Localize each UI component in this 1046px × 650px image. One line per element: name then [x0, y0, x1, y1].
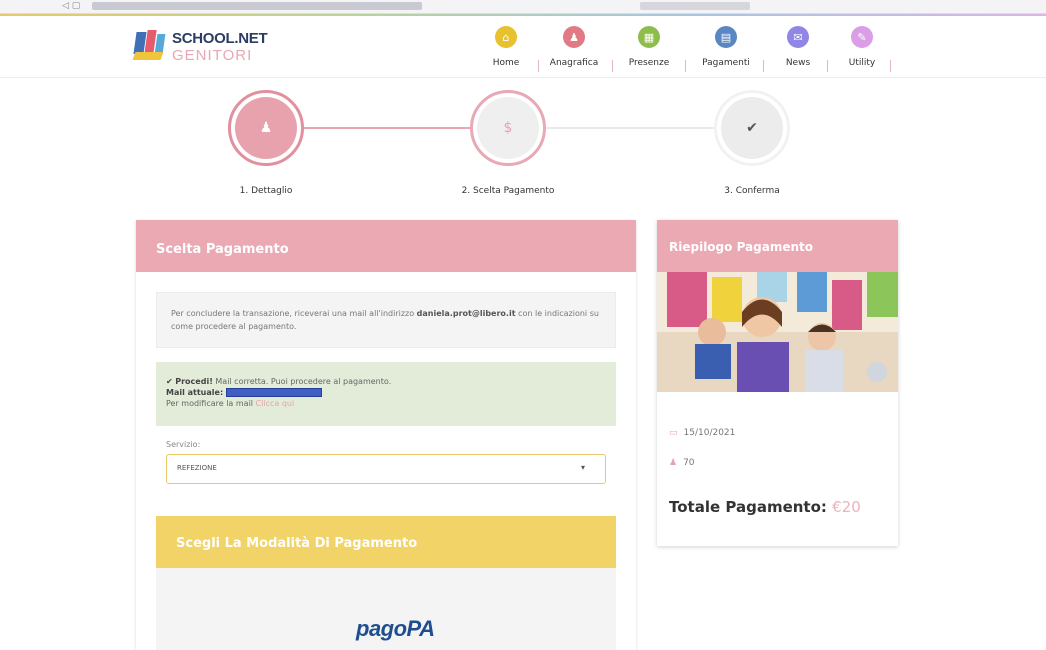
- modify-mail-link[interactable]: Clicca qui: [256, 399, 295, 408]
- browser-nav-icons[interactable]: ◁ ▢: [62, 1, 80, 11]
- nav-label: Home: [492, 58, 520, 68]
- stepper-line-done: [302, 127, 474, 129]
- classroom-illustration: [657, 272, 898, 392]
- modalita-pagamento-header: Scegli La Modalità Di Pagamento: [156, 516, 616, 568]
- info-text-pre: Per concludere la transazione, riceverai…: [171, 309, 417, 318]
- summary-date: ▭ 15/10/2021: [669, 428, 735, 438]
- nav-item-pagamenti[interactable]: ▤ Pagamenti: [691, 26, 761, 68]
- nav-item-utility[interactable]: ✎ Utility: [827, 26, 897, 68]
- redacted-email: [225, 388, 322, 397]
- home-icon: ⌂: [495, 26, 517, 48]
- browser-url-field[interactable]: [92, 2, 422, 10]
- success-alert: ✔ Procedi! Mail corretta. Puoi procedere…: [156, 362, 616, 426]
- check-icon: ✔: [166, 377, 173, 386]
- nav-separator: [612, 60, 613, 72]
- nav-item-presenze[interactable]: ▦ Presenze: [614, 26, 684, 68]
- servizio-value: REFEZIONE: [177, 464, 217, 472]
- nav-item-home[interactable]: ⌂ Home: [471, 26, 541, 68]
- logo-mark-icon: [132, 28, 168, 62]
- success-text: Mail corretta. Puoi procedere al pagamen…: [212, 377, 392, 386]
- nav-label: Pagamenti: [702, 58, 750, 68]
- nav-label: Anagrafica: [549, 58, 599, 68]
- nav-label: Presenze: [628, 58, 670, 68]
- nav-label: News: [785, 58, 811, 68]
- utility-icon: ✎: [851, 26, 873, 48]
- modalita-pagamento-body: pagoPA: [156, 568, 616, 650]
- news-icon: ✉: [787, 26, 809, 48]
- step-label-conferma: 3. Conferma: [724, 186, 780, 196]
- summary-user-value: 70: [683, 458, 695, 468]
- calendar-icon: ▦: [638, 26, 660, 48]
- servizio-select[interactable]: REFEZIONE ▾: [166, 454, 606, 484]
- info-box: Per concludere la transazione, riceverai…: [156, 292, 616, 348]
- summary-date-value: 15/10/2021: [683, 428, 736, 438]
- total-label: Totale Pagamento:: [669, 498, 827, 516]
- success-bold: Procedi!: [175, 377, 213, 386]
- step-scelta-pagamento[interactable]: $: [470, 90, 546, 166]
- logo-line2: GENITORI: [172, 47, 253, 64]
- person-icon: ♟: [669, 458, 678, 468]
- scelta-pagamento-card: Scelta Pagamento Per concludere la trans…: [136, 220, 636, 650]
- nav-label: Utility: [848, 58, 876, 68]
- caret-down-icon: ▾: [580, 463, 585, 472]
- step-label-dettaglio: 1. Dettaglio: [239, 186, 293, 196]
- person-icon: ♟: [235, 97, 297, 159]
- nav-item-anagrafica[interactable]: ♟ Anagrafica: [539, 26, 609, 68]
- classroom-photo: [657, 272, 898, 392]
- info-email: daniela.prot@libero.it: [416, 309, 516, 318]
- total-amount: €20: [832, 498, 861, 516]
- summary-total: Totale Pagamento: €20: [669, 498, 861, 516]
- person-icon: ♟: [563, 26, 585, 48]
- site-header: SCHOOL.NET GENITORI ⌂ Home ♟ Anagrafica …: [0, 16, 1046, 78]
- wallet-icon: ▤: [715, 26, 737, 48]
- check-icon: ✔: [721, 97, 783, 159]
- pagopa-logo[interactable]: pagoPA: [356, 616, 435, 642]
- mail-label: Mail attuale:: [166, 388, 224, 397]
- logo-line1: SCHOOL.NET: [172, 30, 268, 47]
- riepilogo-pagamento-card: Riepilogo Pagamento ▭15/10/2021 ♟70 To: [657, 220, 898, 546]
- step-label-scelta-pagamento: 2. Scelta Pagamento: [461, 186, 555, 196]
- nav-item-news[interactable]: ✉ News: [763, 26, 833, 68]
- stepper-line-pending: [546, 127, 718, 129]
- nav-separator: [890, 60, 891, 72]
- calendar-icon: ▭: [669, 428, 678, 438]
- dollar-icon: $: [477, 97, 539, 159]
- browser-address-bar: ◁ ▢: [0, 0, 1046, 14]
- modify-text: Per modificare la mail: [166, 399, 256, 408]
- step-conferma[interactable]: ✔: [714, 90, 790, 166]
- card-title: Scelta Pagamento: [136, 220, 636, 272]
- summary-user: ♟ 70: [669, 458, 695, 468]
- summary-title: Riepilogo Pagamento: [657, 220, 898, 272]
- step-dettaglio[interactable]: ♟: [228, 90, 304, 166]
- nav-separator: [685, 60, 686, 72]
- servizio-label: Servizio:: [166, 440, 201, 449]
- browser-extensions[interactable]: [640, 2, 750, 10]
